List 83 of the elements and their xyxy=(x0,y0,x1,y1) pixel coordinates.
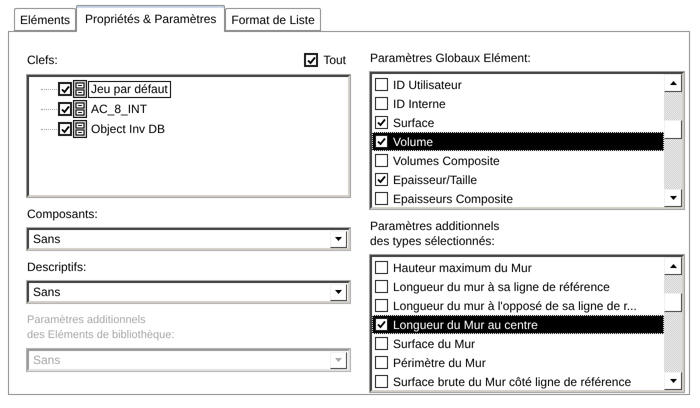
item-label: Surface du Mur xyxy=(393,336,476,350)
list-item[interactable]: Surface brute du Mur côté ligne de référence xyxy=(372,372,664,391)
item-label: Volumes Composite xyxy=(393,154,500,168)
checkbox[interactable] xyxy=(375,375,388,388)
keys-label: Clefs: xyxy=(27,53,58,67)
tree-item[interactable]: Object Inv DB xyxy=(88,120,168,138)
caret-up-icon xyxy=(670,264,676,268)
checkbox[interactable] xyxy=(375,261,388,274)
list-item[interactable]: Longueur du mur à sa ligne de référence xyxy=(372,277,664,296)
checkbox[interactable] xyxy=(375,173,388,186)
list-item[interactable]: Longueur du mur à l'opposé de sa ligne de r... xyxy=(372,296,664,315)
field-label: Composants: xyxy=(27,207,99,222)
item-label: Longueur du Mur au centre xyxy=(393,318,538,332)
item-label: Hauteur maximum du Mur xyxy=(393,260,532,274)
item-label: Surface xyxy=(393,116,434,130)
list-item[interactable]: Surface du Mur xyxy=(372,334,664,353)
checkbox[interactable] xyxy=(375,97,388,110)
scroll-down-button[interactable] xyxy=(664,189,682,207)
caret-down-icon xyxy=(335,237,342,241)
tree-item[interactable]: AC_8_INT xyxy=(88,100,150,118)
item-label: Longueur du mur à sa ligne de référence xyxy=(393,280,610,294)
cabinet-icon xyxy=(73,80,87,98)
caret-down-icon xyxy=(335,358,342,362)
cabinet-icon xyxy=(73,120,87,138)
item-label: Périmètre du Mur xyxy=(393,356,486,370)
item-label: Epaisseurs Composite xyxy=(393,192,514,206)
checkbox[interactable] xyxy=(375,154,388,167)
checkbox[interactable] xyxy=(58,122,72,136)
item-label: ID Utilisateur xyxy=(393,78,462,92)
list-item[interactable]: Périmètre du Mur xyxy=(372,353,664,372)
dropdown-button[interactable] xyxy=(330,230,347,248)
field-label: Paramètres additionnels des Eléments de bibliothèque: xyxy=(27,313,176,343)
list-item[interactable]: Hauteur maximum du Mur xyxy=(372,258,664,277)
checkbox-label: Tout xyxy=(323,53,346,67)
caret-down-icon xyxy=(335,290,342,294)
dropdown[interactable]: Sans xyxy=(27,228,350,250)
list-item[interactable]: Epaisseurs Composite xyxy=(372,189,664,208)
tree-item[interactable]: Jeu par défaut xyxy=(88,80,171,98)
tab[interactable]: Propriétés & Paramètres xyxy=(76,5,226,32)
checkbox[interactable] xyxy=(375,135,388,148)
scrollbar-thumb[interactable] xyxy=(664,293,682,312)
dropdown-value: Sans xyxy=(32,232,62,246)
checkbox[interactable] xyxy=(375,192,388,205)
checkbox[interactable] xyxy=(58,82,72,96)
item-label: ID Interne xyxy=(393,96,446,110)
checkbox[interactable] xyxy=(375,337,388,350)
dropdown-value: Sans xyxy=(32,353,62,367)
checkbox[interactable] xyxy=(375,299,388,312)
caret-up-icon xyxy=(670,81,676,85)
scroll-down-button[interactable] xyxy=(664,372,682,390)
checkbox[interactable] xyxy=(375,116,388,129)
dropdown-button[interactable] xyxy=(330,284,347,300)
item-label: Epaisseur/Taille xyxy=(393,172,478,186)
checkbox[interactable] xyxy=(375,78,388,91)
list-item[interactable]: Volumes Composite xyxy=(372,151,664,170)
scrollbar-thumb[interactable] xyxy=(664,120,682,139)
tab[interactable]: Eléments xyxy=(14,8,76,31)
caret-down-icon xyxy=(670,379,676,383)
list-item[interactable]: Longueur du Mur au centre xyxy=(372,315,664,334)
scroll-up-button[interactable] xyxy=(664,74,682,92)
caret-down-icon xyxy=(670,196,676,200)
dropdown-value: Sans xyxy=(32,285,62,299)
dropdown-button[interactable] xyxy=(330,352,347,368)
list-label: Paramètres additionnels des types sélectionnés: xyxy=(370,219,500,249)
checkbox[interactable] xyxy=(58,102,72,116)
field-label: Descriptifs: xyxy=(27,260,88,275)
list-item[interactable]: Epaisseur/Taille xyxy=(372,170,664,189)
checkbox[interactable] xyxy=(375,318,388,331)
item-label: Longueur du mur à l'opposé de sa ligne de r... xyxy=(393,298,637,312)
list-item[interactable]: Volume xyxy=(372,132,664,151)
dropdown[interactable]: Sans xyxy=(27,281,350,303)
list-label: Paramètres Globaux Elément: xyxy=(370,51,532,66)
checkbox[interactable] xyxy=(375,356,388,369)
list-item[interactable]: Surface xyxy=(372,113,664,132)
checkbox[interactable] xyxy=(375,280,388,293)
list-item[interactable]: ID Utilisateur xyxy=(372,75,664,94)
tab[interactable]: Format de Liste xyxy=(225,8,321,31)
checkbox[interactable] xyxy=(304,53,318,67)
cabinet-icon xyxy=(73,100,87,118)
item-label: Volume xyxy=(393,134,434,148)
scroll-up-button[interactable] xyxy=(664,257,682,275)
list-item[interactable]: ID Interne xyxy=(372,94,664,113)
item-label: Surface brute du Mur côté ligne de référence xyxy=(393,374,632,388)
